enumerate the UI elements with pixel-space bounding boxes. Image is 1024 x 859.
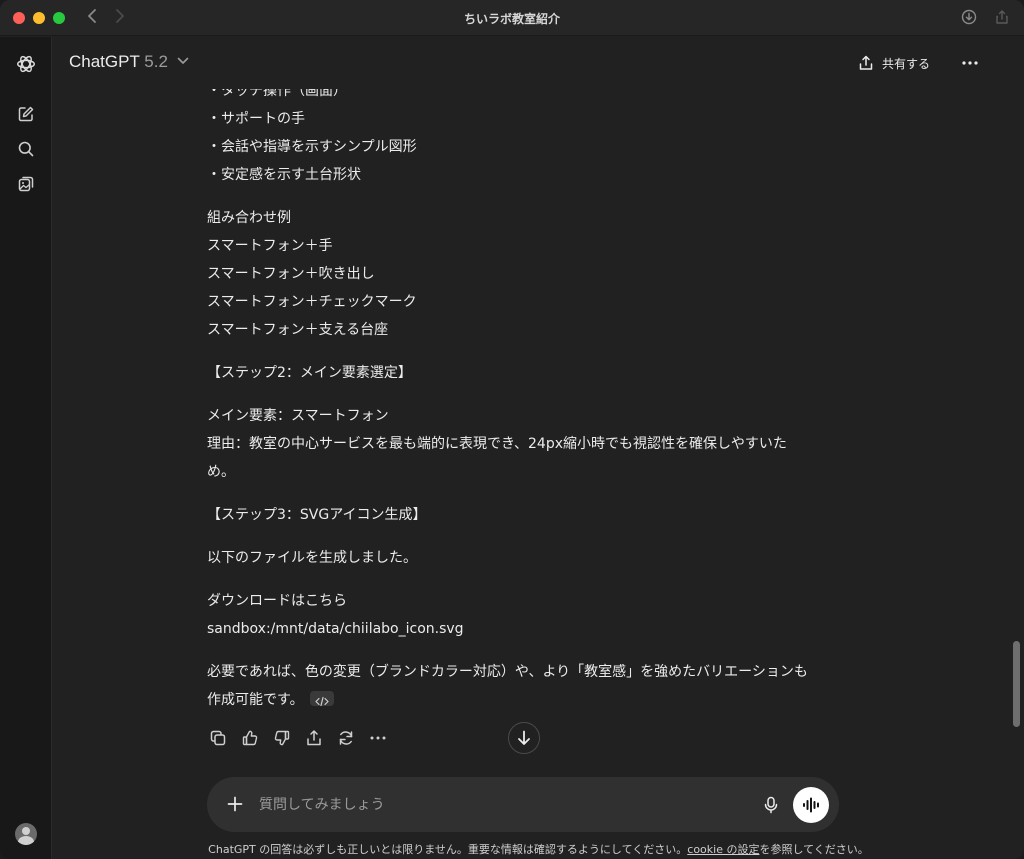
disclaimer-text-end: を参照してください。 (759, 843, 869, 856)
microphone-icon (764, 796, 778, 814)
chevron-down-icon (177, 57, 188, 64)
message-line: め。 (207, 464, 235, 480)
message-line: 作成可能です。 (207, 686, 817, 714)
window-title: ちいラボ教室紹介 (463, 12, 560, 26)
home-button[interactable] (13, 51, 39, 77)
search-icon (18, 141, 34, 157)
arrow-down-icon (518, 730, 530, 745)
assistant-message: ・タッチ操作（画面） ・サポートの手 ・会話や指導を示すシンプル図形 ・安定感を… (207, 89, 817, 714)
copy-button[interactable] (207, 727, 229, 749)
copy-icon (210, 730, 226, 746)
message-actions (207, 727, 389, 749)
message-line: ・安定感を示す土台形状 (207, 167, 361, 183)
model-version: 5.2 (144, 52, 168, 71)
share-label: 共有する (882, 56, 931, 71)
message-line: ・会話や指導を示すシンプル図形 (207, 139, 417, 155)
message-line: ダウンロードはこちら (207, 593, 347, 609)
download-button[interactable] (961, 9, 979, 27)
message-line: ・サポートの手 (207, 111, 305, 127)
message-line: スマートフォン＋チェックマーク (207, 294, 417, 310)
new-chat-button[interactable] (13, 101, 39, 127)
model-name: ChatGPT (69, 52, 140, 71)
message-line: スマートフォン＋手 (207, 238, 333, 254)
message-line: ・タッチ操作（画面） (207, 89, 347, 99)
download-circle-icon (961, 9, 977, 25)
share-icon (996, 10, 1008, 24)
thumbs-down-icon (274, 730, 290, 746)
regenerate-button[interactable] (335, 727, 357, 749)
message-heading: 【ステップ3：SVGアイコン生成】 (207, 507, 427, 523)
share-message-button[interactable] (303, 727, 325, 749)
conversation-area: ・タッチ操作（画面） ・サポートの手 ・会話や指導を示すシンプル図形 ・安定感を… (53, 89, 1008, 769)
model-selector[interactable]: ChatGPT 5.2 (69, 52, 189, 72)
message-line: スマートフォン＋支える台座 (207, 322, 389, 338)
prompt-input[interactable] (259, 794, 739, 816)
chat-header: ChatGPT 5.2 共有する (53, 37, 1024, 89)
message-line: メイン要素：スマートフォン (207, 408, 389, 424)
share-icon (859, 55, 873, 70)
dictate-button[interactable] (759, 793, 783, 817)
more-actions-button[interactable] (367, 727, 389, 749)
more-horizontal-icon (370, 736, 386, 740)
more-horizontal-icon (962, 61, 978, 65)
scrollbar-thumb[interactable] (1013, 641, 1020, 727)
good-response-button[interactable] (239, 727, 261, 749)
add-attachment-button[interactable] (223, 792, 247, 816)
share-icon (307, 730, 321, 746)
message-line: 組み合わせ例 (207, 210, 291, 226)
thumbs-up-icon (242, 730, 258, 746)
scroll-to-bottom-button[interactable] (508, 722, 540, 754)
search-chats-button[interactable] (13, 136, 39, 162)
plus-icon (227, 796, 243, 812)
edit-icon (18, 106, 34, 122)
disclaimer-text: ChatGPT の回答は必ずしも正しいとは限りません。重要な情報は確認するように… (208, 843, 688, 856)
title-bar: ちいラボ教室紹介 (0, 0, 1024, 36)
titlebar-share-button[interactable] (994, 9, 1012, 27)
message-line-text: 作成可能です。 (207, 692, 304, 708)
message-line: 以下のファイルを生成しました。 (207, 550, 417, 566)
cookie-settings-link[interactable]: cookie の設定 (687, 843, 759, 856)
voice-mode-button[interactable] (793, 787, 829, 823)
scrollbar[interactable] (1008, 89, 1024, 859)
openai-logo-icon (17, 55, 35, 73)
message-line: スマートフォン＋吹き出し (207, 266, 375, 282)
app-window: ちいラボ教室紹介 ChatGPT 5.2 共有する ・タッチ操作（画面） ・サポ… (0, 0, 1024, 859)
voice-waveform-icon (803, 797, 819, 813)
message-line: 必要であれば、色の変更（ブランドカラー対応）や、より「教室感」を強めたバリエーシ… (207, 664, 808, 680)
file-link[interactable]: sandbox:/mnt/data/chiilabo_icon.svg (207, 615, 817, 643)
bad-response-button[interactable] (271, 727, 293, 749)
message-heading: 【ステップ2：メイン要素選定】 (207, 365, 412, 381)
avatar (15, 823, 37, 845)
message-line: 理由：教室の中心サービスを最も端的に表現でき、24px縮小時でも視認性を確保しや… (207, 436, 787, 452)
sidebar-rail (0, 37, 52, 859)
images-icon (18, 176, 34, 192)
code-icon[interactable] (309, 690, 334, 706)
profile-button[interactable] (13, 821, 39, 847)
conversation-options-button[interactable] (958, 51, 982, 75)
library-button[interactable] (13, 171, 39, 197)
disclaimer: ChatGPT の回答は必ずしも正しいとは限りません。重要な情報は確認するように… (53, 841, 1024, 857)
regenerate-icon (339, 731, 353, 745)
share-button[interactable]: 共有する (858, 51, 930, 75)
composer (207, 777, 839, 832)
